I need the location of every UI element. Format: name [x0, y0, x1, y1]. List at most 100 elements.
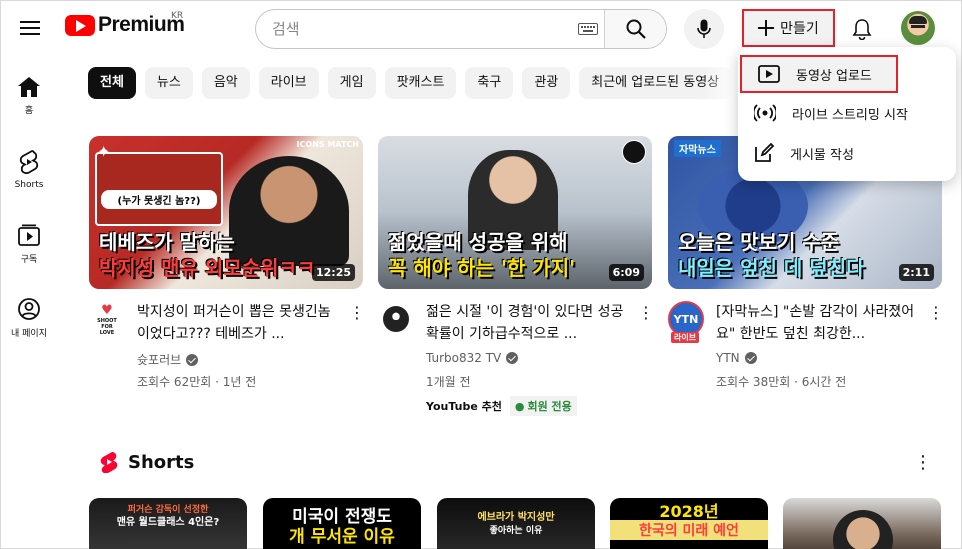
- more-actions-button[interactable]: ⋮: [928, 303, 944, 322]
- video-card[interactable]: 젊었을때 성공을 위해 꼭 해야 하는 '한 가지' 6:09 젊은 시절 '이…: [378, 136, 654, 416]
- youtube-logo-icon: [65, 14, 95, 36]
- account-avatar[interactable]: [901, 11, 935, 45]
- short-item[interactable]: 퍼거슨 감독이 선정한 맨유 월드클래스 4인은?: [89, 498, 247, 549]
- short-title-line1: 2028년: [659, 502, 719, 521]
- news-badge: 자막뉴스: [674, 140, 721, 157]
- short-person: [833, 510, 893, 549]
- chip-live[interactable]: 라이브: [258, 67, 319, 99]
- thumbnail-caption-line2: 꼭 해야 하는 '한 가지': [388, 256, 576, 280]
- video-meta: 젊은 시절 '이 경험'이 있다면 성공 확률이 기하급수적으로 ... ⋮ T…: [378, 301, 654, 416]
- sidebar-item-label: 홈: [24, 106, 34, 116]
- sidebar-item-shorts[interactable]: Shorts: [1, 150, 57, 190]
- subscriptions-icon: [18, 224, 40, 246]
- verified-badge-icon: [506, 352, 519, 364]
- short-title-line1: 에브라가 박지성만: [477, 512, 555, 523]
- shorts-section-header: Shorts: [100, 451, 194, 473]
- video-thumbnail[interactable]: 젊었을때 성공을 위해 꼭 해야 하는 '한 가지' 6:09: [378, 136, 652, 289]
- thumbnail-caption-line1: 젊었을때 성공을 위해: [388, 230, 568, 254]
- menu-button[interactable]: [15, 13, 45, 43]
- video-tags: YouTube 추천 ● 회원 전용: [426, 396, 577, 416]
- sidebar-item-subscriptions[interactable]: 구독: [1, 224, 57, 265]
- channel-avatar[interactable]: [378, 301, 414, 337]
- channel-name[interactable]: YTN: [716, 351, 740, 365]
- thumbnail-inset-box: (누가 못생긴 놈??): [95, 152, 223, 226]
- create-button[interactable]: 만들기: [742, 9, 835, 47]
- shorts-more-button[interactable]: ⋮: [914, 452, 932, 473]
- chips-fade: [701, 67, 741, 99]
- video-thumbnail[interactable]: (누가 못생긴 놈??) ICONS MATCH ✦ 테베즈가 말하는 박지성 …: [89, 136, 363, 289]
- chip-soccer[interactable]: 축구: [465, 67, 514, 99]
- short-title-line2: 한국의 미래 예언: [610, 520, 768, 540]
- chip-tourism[interactable]: 관광: [522, 67, 571, 99]
- menu-item-label: 동영상 업로드: [796, 68, 872, 84]
- video-meta: ♥ SHOOT FOR LOVE 박지성이 퍼거슨이 뽑은 못생긴놈이었다고??…: [89, 301, 365, 411]
- chip-music[interactable]: 음악: [201, 67, 250, 99]
- youtube-premium-logo[interactable]: Premium KR: [65, 11, 185, 37]
- members-icon: ●: [514, 399, 525, 413]
- channel-name[interactable]: 슛포러브: [137, 351, 181, 368]
- shorts-icon: [19, 150, 39, 174]
- live-badge: 라이브: [671, 332, 700, 343]
- sidebar-item-label: 구독: [20, 255, 38, 265]
- video-stats: 1개월 전: [426, 375, 471, 389]
- members-only-label: 회원 전용: [527, 400, 572, 413]
- video-duration: 2:11: [898, 264, 934, 281]
- search-button[interactable]: [604, 10, 666, 48]
- short-title-line2: 개 무서운 이유: [289, 527, 395, 547]
- channel-name[interactable]: Turbo832 TV: [426, 351, 501, 365]
- logo-region-text: KR: [171, 11, 184, 21]
- video-title[interactable]: [자막뉴스] "손발 감각이 사라졌어요" 한반도 덮친 최강한...: [716, 301, 922, 345]
- channel-avatar-text: YTN: [673, 312, 699, 326]
- search-input[interactable]: [256, 10, 572, 48]
- ninja-icon: [383, 306, 409, 332]
- video-duration: 6:09: [608, 264, 644, 281]
- notifications-button[interactable]: [846, 13, 878, 45]
- channel-name-row: 슛포러브: [137, 351, 199, 368]
- chip-news[interactable]: 뉴스: [144, 67, 193, 99]
- video-title[interactable]: 젊은 시절 '이 경험'이 있다면 성공 확률이 기하급수적으로 ...: [426, 301, 632, 345]
- thumbnail-badge: ICONS MATCH: [296, 140, 359, 149]
- home-icon: [18, 77, 40, 97]
- channel-logo-overlay: [622, 140, 646, 164]
- more-actions-button[interactable]: ⋮: [349, 303, 365, 322]
- video-meta: YTN 라이브 [자막뉴스] "손발 감각이 사라졌어요" 한반도 덮친 최강한…: [668, 301, 944, 411]
- video-stats: 조회수 62만회 · 1년 전: [137, 375, 257, 389]
- chip-games[interactable]: 게임: [327, 67, 376, 99]
- thumbnail-caption-line2: 내일은 엎친 데 덮친다: [678, 256, 865, 280]
- plus-icon: [758, 20, 775, 36]
- video-title[interactable]: 박지성이 퍼거슨이 뽑은 못생긴놈이었다고??? 테베즈가 ...: [137, 301, 343, 345]
- create-button-label: 만들기: [780, 21, 819, 37]
- menu-item-label: 게시물 작성: [790, 147, 854, 163]
- thumbnail-caption-line1: 테베즈가 말하는: [99, 230, 235, 254]
- search-box: [255, 9, 667, 49]
- voice-search-button[interactable]: [684, 9, 724, 49]
- short-item[interactable]: 미국이 전쟁도 개 무서운 이유: [263, 498, 421, 549]
- thumbnail-caption-line1: 오늘은 맛보기 수준: [678, 230, 840, 254]
- short-title-line2: 좋아하는 이유: [489, 526, 543, 536]
- short-item[interactable]: 2028년 한국의 미래 예언: [610, 498, 768, 549]
- sidebar-item-you[interactable]: 내 페이지: [1, 298, 57, 339]
- live-stream-icon: [754, 104, 776, 122]
- chip-all[interactable]: 전체: [88, 67, 136, 99]
- menu-item-label: 라이브 스트리밍 시작: [792, 107, 908, 123]
- menu-item-go-live[interactable]: 라이브 스트리밍 시작: [738, 93, 956, 133]
- more-actions-button[interactable]: ⋮: [638, 303, 654, 322]
- menu-item-upload-video[interactable]: 동영상 업로드: [740, 55, 898, 93]
- menu-item-create-post[interactable]: 게시물 작성: [738, 133, 956, 173]
- you-icon: [18, 298, 40, 320]
- verified-badge-icon: [186, 353, 199, 366]
- video-duration: 12:25: [311, 264, 355, 281]
- sidebar-item-home[interactable]: 홈: [1, 77, 57, 116]
- sidebar-item-label: 내 페이지: [11, 329, 47, 339]
- channel-avatar[interactable]: ♥ SHOOT FOR LOVE: [89, 301, 125, 337]
- short-item[interactable]: 에브라가 박지성만 좋아하는 이유: [437, 498, 595, 549]
- keyboard-icon[interactable]: [572, 10, 604, 48]
- short-item[interactable]: [783, 498, 941, 549]
- hamburger-menu-icon: [20, 21, 40, 35]
- chip-podcasts[interactable]: 팟캐스트: [384, 67, 457, 99]
- microphone-icon: [697, 19, 711, 38]
- channel-name-row: Turbo832 TV: [426, 351, 519, 365]
- thumbnail-inset-text: (누가 못생긴 놈??): [101, 190, 217, 209]
- video-card[interactable]: (누가 못생긴 놈??) ICONS MATCH ✦ 테베즈가 말하는 박지성 …: [89, 136, 365, 411]
- bell-icon: [852, 19, 872, 40]
